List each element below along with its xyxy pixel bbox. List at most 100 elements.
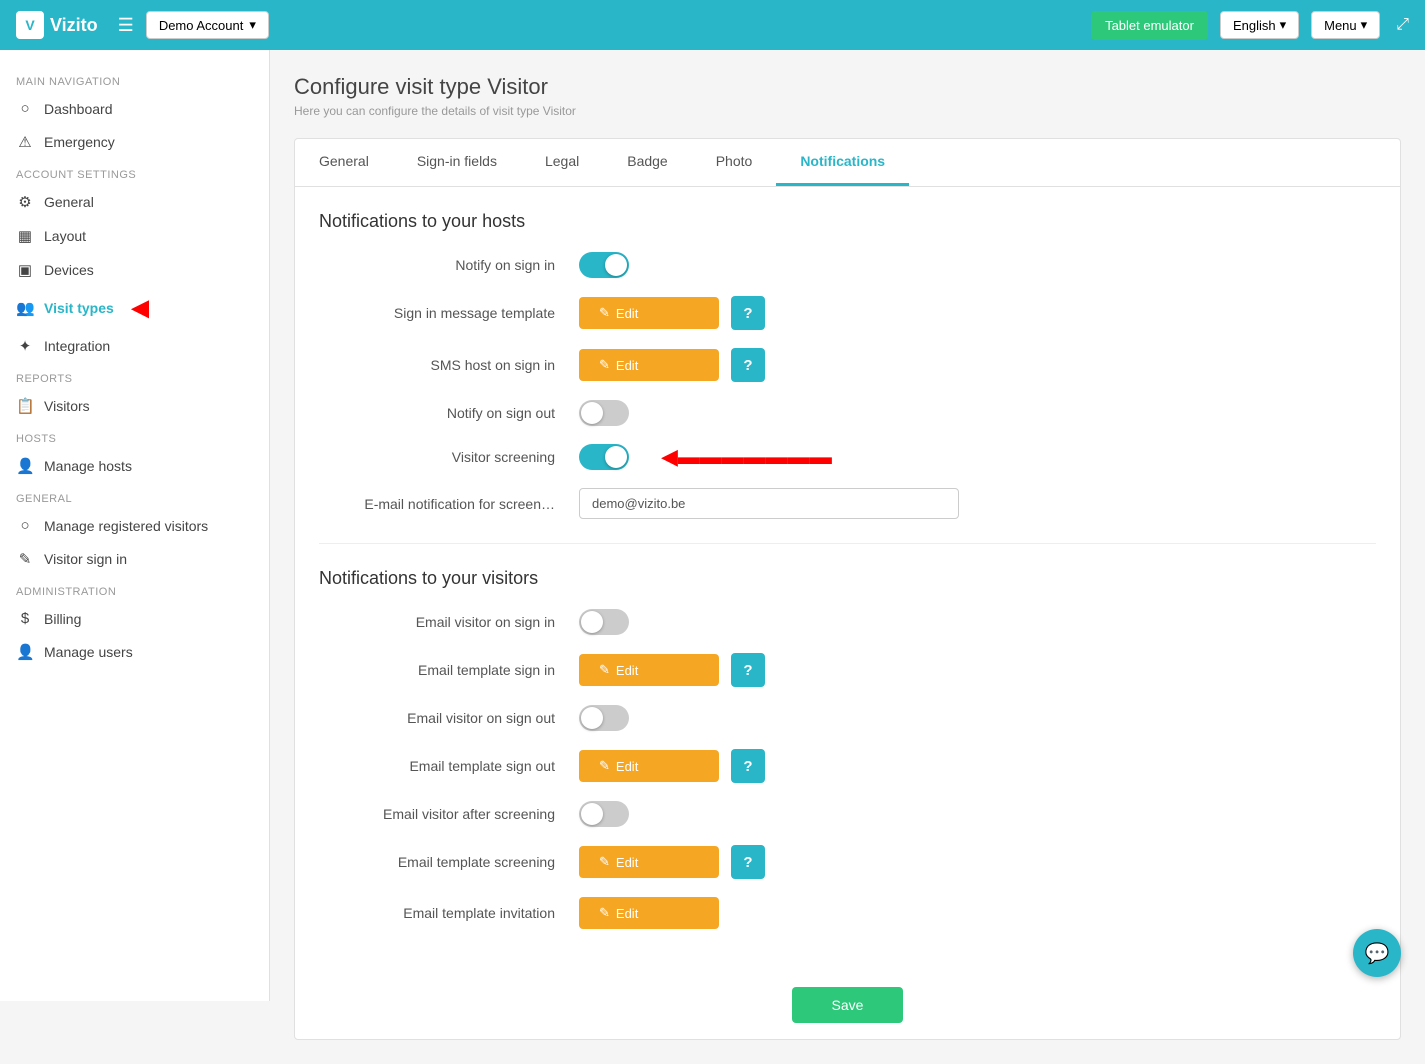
tablet-emulator-button[interactable]: Tablet emulator [1091,11,1208,40]
email-visitor-sign-in-toggle[interactable] [579,609,629,635]
notify-sign-out-label: Notify on sign out [319,405,579,421]
email-screening-input[interactable] [579,488,959,519]
menu-dropdown-icon: ▾ [1361,17,1368,33]
sidebar-item-label: Emergency [44,134,115,150]
chat-bubble[interactable]: 💬 [1353,929,1401,977]
sms-host-help-button[interactable]: ? [731,348,765,382]
email-template-screening-label: Email template screening [319,854,579,870]
visitors-icon: 📋 [16,397,34,415]
sms-host-edit-button[interactable]: ✎ Edit [579,349,719,381]
email-visitor-sign-in-row: Email visitor on sign in [319,609,1376,635]
sidebar-item-visitor-sign-in[interactable]: ✎ Visitor sign in [0,542,269,576]
hamburger-icon[interactable]: ☰ [118,15,134,36]
devices-icon: ▣ [16,261,34,279]
tab-legal[interactable]: Legal [521,139,603,186]
email-template-invitation-edit-button[interactable]: ✎ Edit [579,897,719,929]
edit-label: Edit [616,663,638,678]
account-dropdown[interactable]: Demo Account ▾ [146,11,269,39]
visit-types-icon: 👥 [16,299,34,317]
sidebar-item-manage-hosts[interactable]: 👤 Manage hosts [0,449,269,483]
account-settings-label: Account settings [0,159,269,185]
email-visitor-sign-out-row: Email visitor on sign out [319,705,1376,731]
edit-icon: ✎ [599,305,610,321]
sidebar-item-label: Dashboard [44,101,113,117]
sidebar-item-emergency[interactable]: ⚠ Emergency [0,125,269,159]
tab-sign-in-fields[interactable]: Sign-in fields [393,139,521,186]
sign-in-message-edit-button[interactable]: ✎ Edit [579,297,719,329]
tab-notifications[interactable]: Notifications [776,139,909,186]
sidebar-item-manage-registered[interactable]: ○ Manage registered visitors [0,509,269,542]
email-visitor-sign-out-toggle[interactable] [579,705,629,731]
notify-sign-out-toggle[interactable] [579,400,629,426]
sidebar-item-visitors[interactable]: 📋 Visitors [0,389,269,423]
sidebar-item-integration[interactable]: ✦ Integration [0,329,269,363]
tab-photo[interactable]: Photo [692,139,777,186]
edit-label: Edit [616,306,638,321]
save-area: Save [295,971,1400,1039]
sign-in-message-help-button[interactable]: ? [731,296,765,330]
logo-text: Vizito [50,15,98,36]
email-template-sign-in-control: ✎ Edit ? [579,653,1376,687]
sms-host-control: ✎ Edit ? [579,348,1376,382]
visit-types-arrow: ◀ [132,295,149,321]
sidebar-item-devices[interactable]: ▣ Devices [0,253,269,287]
email-template-sign-out-edit-button[interactable]: ✎ Edit [579,750,719,782]
email-template-screening-help-button[interactable]: ? [731,845,765,879]
section-divider [319,543,1376,544]
email-template-sign-in-help-button[interactable]: ? [731,653,765,687]
toggle-knob [581,803,603,825]
tab-general[interactable]: General [295,139,393,186]
tab-badge[interactable]: Badge [603,139,691,186]
account-dropdown-icon: ▾ [249,17,256,33]
manage-registered-icon: ○ [16,517,34,534]
email-template-screening-edit-button[interactable]: ✎ Edit [579,846,719,878]
visitors-section-title: Notifications to your visitors [319,568,1376,589]
chat-icon: 💬 [1365,941,1390,966]
email-template-sign-out-control: ✎ Edit ? [579,749,1376,783]
sidebar-item-label: Visitor sign in [44,551,127,567]
billing-icon: $ [16,610,34,627]
email-screening-row: E-mail notification for screen… [319,488,1376,519]
edit-icon: ✎ [599,854,610,870]
sidebar-item-visit-types[interactable]: 👥 Visit types ◀ [0,287,269,329]
dashboard-icon: ○ [16,100,34,117]
sms-host-row: SMS host on sign in ✎ Edit ? [319,348,1376,382]
sidebar-item-dashboard[interactable]: ○ Dashboard [0,92,269,125]
layout-icon: ▦ [16,227,34,245]
email-template-sign-in-edit-button[interactable]: ✎ Edit [579,654,719,686]
email-template-sign-out-help-button[interactable]: ? [731,749,765,783]
main-content: Configure visit type Visitor Here you ca… [270,50,1425,1064]
sidebar-item-label: Manage hosts [44,458,132,474]
hosts-label: Hosts [0,423,269,449]
notify-sign-in-toggle[interactable] [579,252,629,278]
email-visitor-screening-toggle[interactable] [579,801,629,827]
edit-label: Edit [616,358,638,373]
save-button[interactable]: Save [792,987,904,1023]
email-template-sign-out-row: Email template sign out ✎ Edit ? [319,749,1376,783]
email-screening-control [579,488,1376,519]
edit-icon: ✎ [599,758,610,774]
integration-icon: ✦ [16,337,34,355]
logo: V Vizito [16,11,98,39]
sidebar: Main Navigation ○ Dashboard ⚠ Emergency … [0,50,270,1001]
reports-label: Reports [0,363,269,389]
visitor-screening-toggle[interactable] [579,444,629,470]
expand-icon[interactable]: ⤢ [1396,16,1409,34]
sidebar-item-label: Manage registered visitors [44,518,208,534]
tab-bar: General Sign-in fields Legal Badge Photo… [295,139,1400,187]
sidebar-item-label: Manage users [44,644,133,660]
page-subtitle: Here you can configure the details of vi… [294,104,1401,118]
notify-sign-in-control [579,252,1376,278]
sign-in-message-row: Sign in message template ✎ Edit ? [319,296,1376,330]
edit-icon: ✎ [599,662,610,678]
sms-host-label: SMS host on sign in [319,357,579,373]
hosts-section-title: Notifications to your hosts [319,211,1376,232]
menu-dropdown[interactable]: Menu ▾ [1311,11,1380,39]
sidebar-item-layout[interactable]: ▦ Layout [0,219,269,253]
language-dropdown[interactable]: English ▾ [1220,11,1299,39]
sign-in-message-label: Sign in message template [319,305,579,321]
sidebar-item-manage-users[interactable]: 👤 Manage users [0,635,269,669]
language-label: English [1233,18,1276,33]
sidebar-item-billing[interactable]: $ Billing [0,602,269,635]
sidebar-item-general[interactable]: ⚙ General [0,185,269,219]
